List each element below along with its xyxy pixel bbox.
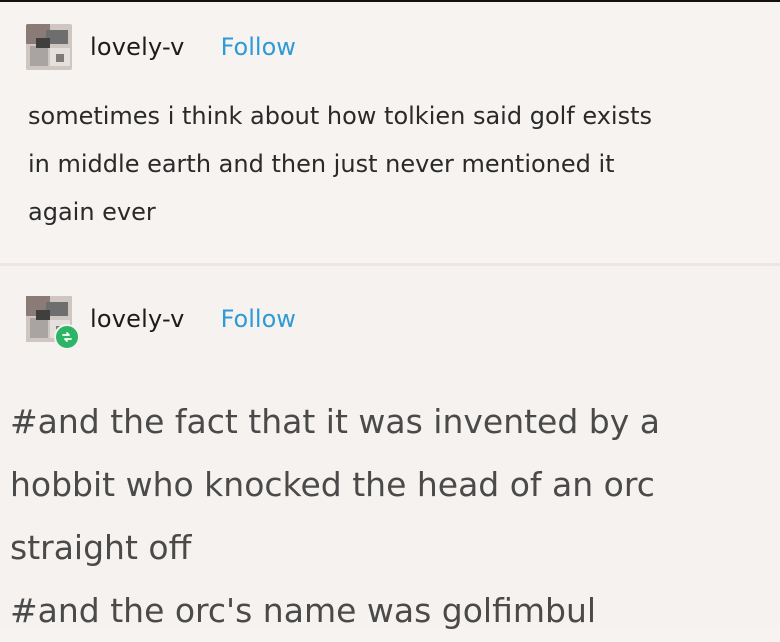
follow-button[interactable]: Follow (221, 305, 296, 333)
reblog-arrows-icon (62, 332, 72, 342)
tag-line[interactable]: #and the orc's name was golfimbul (10, 579, 776, 642)
reblog-entry: lovely-v Follow #and the fact that it wa… (0, 266, 780, 630)
avatar[interactable] (26, 24, 72, 70)
post-line: again ever (28, 198, 156, 226)
reblog-username[interactable]: lovely-v (90, 305, 185, 333)
avatar-image-icon (26, 24, 72, 70)
tag-line[interactable]: hobbit who knocked the head of an orc (10, 453, 776, 516)
reblog-tags: #and the fact that it was invented by a … (10, 390, 776, 642)
post-line: sometimes i think about how tolkien said… (28, 102, 653, 130)
tag-line[interactable]: #and the fact that it was invented by a (10, 390, 776, 453)
post-body: sometimes i think about how tolkien said… (28, 92, 768, 236)
tag-line[interactable]: straight off (10, 516, 776, 579)
post-line: in middle earth and then just never ment… (28, 150, 615, 178)
original-post: lovely-v Follow sometimes i think about … (0, 2, 780, 264)
post-username[interactable]: lovely-v (90, 33, 185, 61)
follow-button[interactable]: Follow (221, 33, 296, 61)
reblog-avatar[interactable] (26, 296, 80, 350)
reblog-header: lovely-v Follow (26, 296, 296, 350)
reblog-badge-icon (54, 324, 80, 350)
post-header: lovely-v Follow (26, 24, 296, 70)
